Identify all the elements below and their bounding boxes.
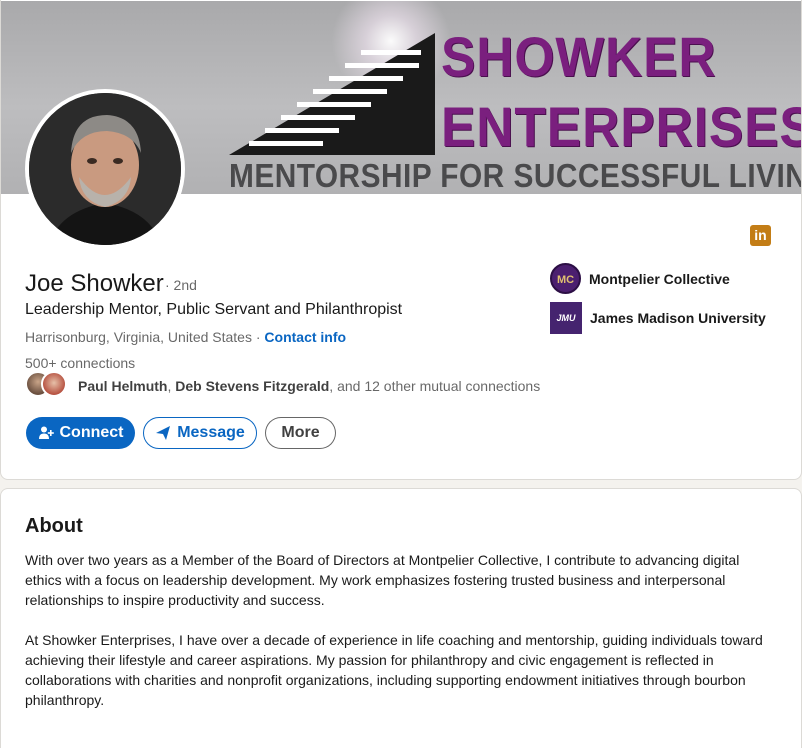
message-button[interactable]: Message <box>143 417 257 449</box>
avatar-portrait <box>29 93 181 245</box>
about-paragraph: With over two years as a Member of the B… <box>25 552 740 608</box>
banner-title-line2: ENTERPRISES <box>441 95 802 158</box>
connect-label: Connect <box>59 424 124 441</box>
connection-degree: · 2nd <box>165 277 197 293</box>
profile-avatar[interactable] <box>25 89 185 249</box>
profile-name: Joe Showker <box>25 270 164 297</box>
org-james-madison-university[interactable]: JMU James Madison University <box>550 302 766 334</box>
connect-button[interactable]: Connect <box>26 417 135 449</box>
linkedin-icon[interactable]: in <box>750 225 771 246</box>
about-paragraph: At Showker Enterprises, I have over a de… <box>25 632 763 708</box>
mutual-rest: , and 12 other mutual connections <box>329 378 541 394</box>
location-text: Harrisonburg, Virginia, United States · <box>25 329 261 345</box>
org-montpelier-collective[interactable]: MC Montpelier Collective <box>550 263 730 294</box>
org-name: James Madison University <box>590 310 766 326</box>
org-name: Montpelier Collective <box>589 270 730 287</box>
more-button[interactable]: More <box>265 417 336 449</box>
mutual-name-1: Paul Helmuth <box>78 378 168 394</box>
jmu-logo: JMU <box>550 302 582 334</box>
about-title: About <box>25 515 83 537</box>
send-icon <box>156 426 171 440</box>
message-label: Message <box>177 424 245 441</box>
profile-headline: Leadership Mentor, Public Servant and Ph… <box>25 301 403 318</box>
profile-location: Harrisonburg, Virginia, United States · … <box>25 329 346 345</box>
about-section: About With over two years as a Member of… <box>0 488 802 748</box>
connections-count[interactable]: 500+ connections <box>25 355 135 371</box>
add-person-icon <box>38 426 54 439</box>
profile-card: SHOWKER ENTERPRISES MENTORSHIP FOR SUCCE… <box>0 0 802 480</box>
montpelier-collective-logo: MC <box>550 263 581 294</box>
staircase-graphic <box>229 33 435 155</box>
banner-tagline: MENTORSHIP FOR SUCCESSFUL LIVING <box>229 157 802 194</box>
mutual-connections[interactable]: Paul Helmuth, Deb Stevens Fitzgerald, an… <box>78 378 540 394</box>
mutual-name-2: Deb Stevens Fitzgerald <box>175 378 330 394</box>
mutual-connection-avatars[interactable] <box>25 371 71 399</box>
mutual-avatar <box>41 371 67 397</box>
banner-title-line1: SHOWKER <box>441 25 717 88</box>
more-label: More <box>281 424 320 441</box>
contact-info-link[interactable]: Contact info <box>264 329 346 345</box>
